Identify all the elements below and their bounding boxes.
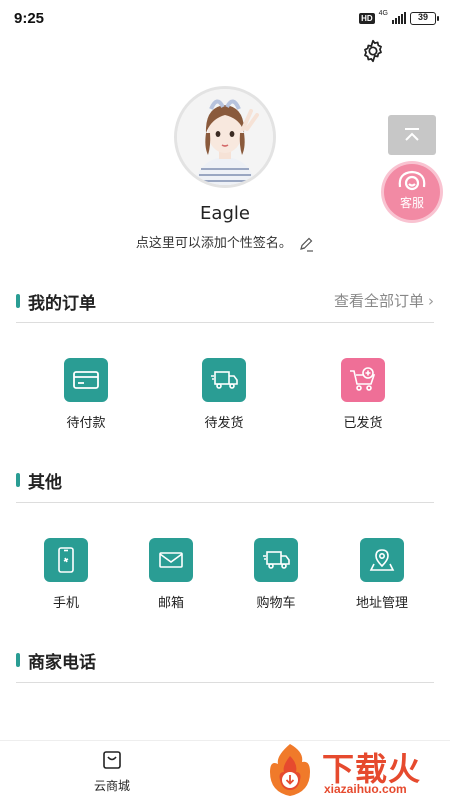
headset-icon (398, 170, 426, 191)
mail-icon (149, 538, 193, 582)
hd-badge: HD (359, 12, 375, 24)
other-phone[interactable]: 手机 (21, 538, 111, 611)
order-shipped[interactable]: 已发货 (318, 358, 408, 431)
section-marker (16, 294, 20, 308)
pencil-icon (300, 237, 314, 252)
flame-logo-icon (270, 744, 310, 796)
merchant-title: 商家电话 (28, 653, 96, 673)
other-cart[interactable]: 购物车 (231, 538, 321, 611)
section-marker (16, 653, 20, 667)
battery-level: 39 (417, 11, 428, 22)
truck-icon (202, 358, 246, 402)
card-icon (64, 358, 108, 402)
other-phone-label: 手机 (52, 596, 79, 611)
other-title: 其他 (28, 473, 62, 493)
scroll-to-top-button[interactable] (388, 115, 436, 155)
network-type: 4G (378, 9, 388, 17)
other-address-label: 地址管理 (355, 596, 408, 611)
divider (16, 502, 434, 503)
chevron-right-icon: › (428, 292, 434, 310)
signature-field[interactable]: 点这里可以添加个性签名。 (0, 232, 450, 252)
battery-icon: 39 (410, 11, 439, 25)
orders-section-header: 我的订单 查看全部订单 › (16, 286, 434, 316)
order-shipped-label: 已发货 (343, 416, 383, 431)
other-mail[interactable]: 邮箱 (126, 538, 216, 611)
order-pending-shipment[interactable]: 待发货 (179, 358, 269, 431)
truck-icon (254, 538, 298, 582)
status-time: 9:25 (14, 10, 45, 27)
status-bar: 9:25 HD 4G 39 (0, 0, 450, 36)
tab-home[interactable]: 云商城 (82, 749, 142, 794)
map-pin-icon (360, 538, 404, 582)
orders-title: 我的订单 (28, 294, 96, 314)
settings-button[interactable] (360, 38, 386, 64)
view-all-orders-link[interactable]: 查看全部订单 › (334, 290, 434, 311)
shopping-bag-icon (103, 751, 121, 769)
divider (16, 322, 434, 323)
tab-home-label: 云商城 (93, 779, 130, 793)
other-section-header: 其他 (16, 465, 434, 495)
avatar-illustration (177, 89, 273, 185)
other-address[interactable]: 地址管理 (337, 538, 427, 611)
gear-icon (364, 39, 382, 63)
section-marker (16, 473, 20, 487)
cart-plus-icon (341, 358, 385, 402)
signal-icon (392, 12, 406, 24)
status-indicators: HD 4G 39 (359, 9, 439, 26)
divider (16, 682, 434, 683)
customer-service-button[interactable]: 客服 (384, 164, 440, 220)
other-mail-label: 邮箱 (157, 596, 184, 611)
chevron-up-icon (405, 128, 419, 141)
username: Eagle (200, 203, 250, 224)
phone-icon (44, 538, 88, 582)
order-pending-payment[interactable]: 待付款 (41, 358, 131, 431)
avatar[interactable] (174, 86, 276, 188)
other-cart-label: 购物车 (256, 596, 296, 611)
watermark-site: xiazaihuo.com (324, 782, 407, 796)
customer-service-label: 客服 (399, 196, 424, 210)
merchant-section-header: 商家电话 (16, 645, 434, 675)
watermark: 下载火 xiazaihuo.com (262, 742, 450, 800)
signature-prompt: 点这里可以添加个性签名。 (135, 236, 292, 251)
view-all-orders-label: 查看全部订单 (333, 292, 424, 310)
order-pending-payment-label: 待付款 (66, 416, 106, 431)
order-pending-shipment-label: 待发货 (204, 416, 244, 431)
